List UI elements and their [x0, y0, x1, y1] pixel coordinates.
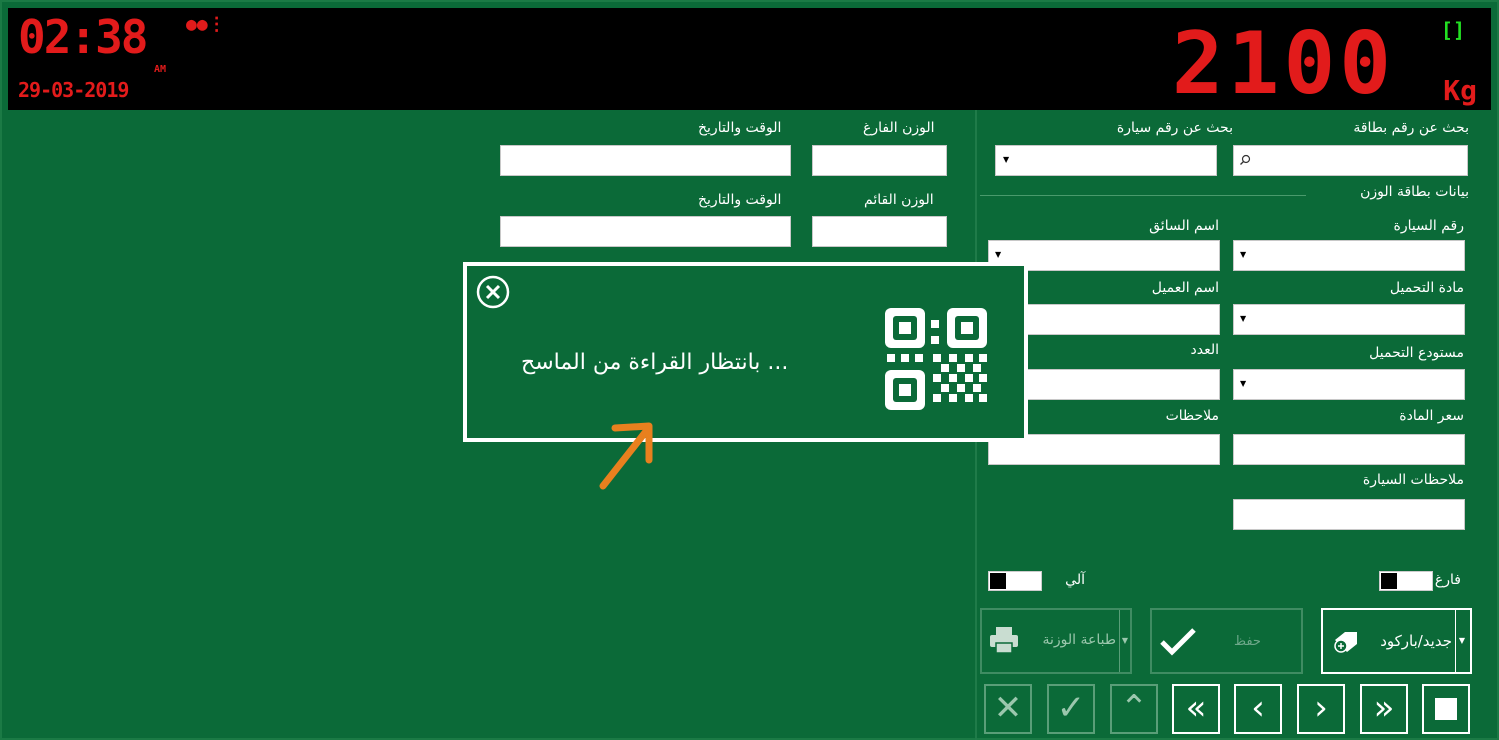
full-datetime-field[interactable]	[500, 216, 791, 247]
customer-name-label: اسم العميل	[1151, 280, 1219, 296]
car-search-label: بحث عن رقم سيارة	[1116, 120, 1233, 136]
print-button[interactable]: ▼ طباعة الوزنة	[980, 608, 1132, 674]
scanner-wait-dialog: بانتظار القراءة من الماسح ...	[463, 262, 1028, 442]
material-price-label: سعر المادة	[1399, 408, 1464, 424]
full-weight-label: الوزن القائم	[864, 192, 934, 208]
cancel-nav-button[interactable]: ✕	[984, 684, 1032, 734]
last-record-button[interactable]: »	[1360, 684, 1408, 734]
full-weight-field[interactable]	[812, 216, 947, 247]
x-icon: ✕	[993, 688, 1023, 728]
up-nav-button[interactable]: ⌃	[1110, 684, 1158, 734]
driver-name-label: اسم السائق	[1149, 218, 1219, 234]
weight-unit: Kg	[1443, 74, 1477, 107]
chevron-down-icon: ▼	[995, 250, 1002, 259]
card-search-input[interactable]	[1233, 145, 1468, 176]
warehouse-dropdown[interactable]: ▼	[1233, 369, 1465, 400]
chevron-down-icon: ▼	[1240, 250, 1247, 259]
empty-toggle[interactable]	[1379, 571, 1433, 591]
empty-datetime-label: الوقت والتاريخ	[698, 120, 782, 136]
material-dropdown[interactable]: ▼	[1233, 304, 1465, 335]
section-divider	[980, 195, 1306, 196]
chevron-down-icon[interactable]: ▼	[1119, 610, 1130, 672]
material-label: مادة التحميل	[1389, 280, 1464, 296]
chevron-down-icon: ▼	[1240, 379, 1247, 388]
save-button[interactable]: حفظ	[1150, 608, 1303, 674]
tag-add-icon	[1333, 630, 1359, 658]
chevron-down-icon: ▼	[1240, 314, 1247, 323]
new-barcode-button[interactable]: جديد/باركود ▼	[1321, 608, 1472, 674]
chevron-left-icon: ‹	[1251, 688, 1265, 728]
next-record-button[interactable]: ›	[1297, 684, 1345, 734]
close-icon[interactable]	[475, 274, 511, 310]
stop-icon	[1435, 698, 1457, 720]
qr-icon	[885, 308, 987, 410]
ampm-indicator: AM	[154, 64, 167, 75]
truck-status-icon: ●●⋮	[186, 14, 226, 35]
empty-weight-label: الوزن الفارغ	[863, 120, 935, 136]
chevron-down-icon: ▼	[1003, 155, 1010, 164]
full-datetime-label: الوقت والتاريخ	[698, 192, 782, 208]
new-barcode-label: جديد/باركود	[1380, 632, 1452, 650]
car-search-dropdown[interactable]: ▼	[995, 145, 1217, 176]
clock-display: 02:38	[18, 10, 148, 64]
arrow-icon	[599, 422, 653, 490]
check-icon	[1160, 628, 1196, 656]
material-price-field[interactable]	[1233, 434, 1465, 465]
toggle-knob	[990, 573, 1006, 589]
weight-reading: 2100	[1171, 14, 1395, 114]
warehouse-label: مستودع التحميل	[1369, 345, 1464, 361]
first-record-button[interactable]: «	[1172, 684, 1220, 734]
search-icon	[1240, 154, 1251, 165]
card-section-title: بيانات بطاقة الوزن	[1360, 184, 1469, 200]
chevron-down-icon[interactable]: ▼	[1455, 610, 1468, 672]
card-search-label: بحث عن رقم بطاقة	[1353, 120, 1469, 136]
check-icon: ✓	[1056, 688, 1086, 728]
chevron-up-icon: ⌃	[1119, 688, 1149, 728]
double-chevron-right-icon: »	[1373, 688, 1395, 728]
car-number-label: رقم السيارة	[1393, 218, 1464, 234]
empty-weight-field[interactable]	[812, 145, 947, 176]
auto-toggle-label: آلي	[1065, 572, 1085, 588]
previous-record-button[interactable]: ‹	[1234, 684, 1282, 734]
printer-icon	[990, 627, 1018, 654]
save-label: حفظ	[1234, 634, 1261, 649]
car-notes-label: ملاحظات السيارة	[1362, 472, 1464, 488]
notes-label: ملاحظات	[1165, 408, 1219, 424]
empty-toggle-label: فارغ	[1434, 572, 1461, 588]
print-label: طباعة الوزنة	[1042, 632, 1117, 648]
toggle-knob	[1381, 573, 1397, 589]
date-display: 29-03-2019	[18, 78, 129, 102]
auto-toggle[interactable]	[988, 571, 1042, 591]
scale-display: 02:38 AM 29-03-2019 ●●⋮ 2100 Kg []	[8, 8, 1491, 114]
confirm-nav-button[interactable]: ✓	[1047, 684, 1095, 734]
car-notes-field[interactable]	[1233, 499, 1465, 530]
scanner-wait-message: بانتظار القراءة من الماسح ...	[521, 350, 789, 375]
stability-indicator: []	[1440, 18, 1465, 42]
chevron-right-icon: ›	[1314, 688, 1328, 728]
empty-datetime-field[interactable]	[500, 145, 791, 176]
double-chevron-left-icon: «	[1185, 688, 1207, 728]
car-number-dropdown[interactable]: ▼	[1233, 240, 1465, 271]
stop-button[interactable]	[1422, 684, 1470, 734]
count-label: العدد	[1190, 342, 1220, 358]
